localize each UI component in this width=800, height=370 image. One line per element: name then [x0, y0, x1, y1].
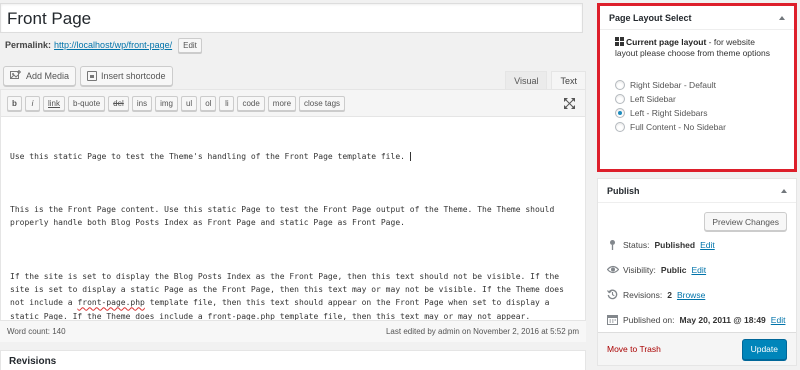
- publish-box: Publish Preview Changes Status: Publishe…: [597, 178, 797, 366]
- radio-button[interactable]: [615, 94, 625, 104]
- published-on-row: Published on: May 20, 2011 @ 18:49 Edit: [607, 314, 785, 325]
- revisions-row: Revisions: 2 Browse: [607, 289, 705, 300]
- publish-box-title: Publish: [607, 185, 640, 196]
- content-paragraph: If the site is set to display the Blog P…: [10, 271, 569, 321]
- layout-option-label: Left Sidebar: [630, 94, 676, 104]
- media-buttons: Add Media Insert shortcode: [3, 66, 173, 86]
- collapse-icon[interactable]: [781, 188, 787, 193]
- editor-tabs: Visual Text: [505, 71, 586, 89]
- content-paragraph: Use this static Page to test the Theme's…: [10, 150, 576, 163]
- history-icon: [607, 289, 618, 300]
- layout-option-label: Full Content - No Sidebar: [630, 122, 726, 132]
- quicktag-del-button[interactable]: del: [108, 95, 129, 111]
- fullscreen-icon[interactable]: [564, 98, 575, 109]
- insert-shortcode-label: Insert shortcode: [101, 71, 166, 81]
- browse-revisions-link[interactable]: Browse: [677, 290, 705, 300]
- radio-button[interactable]: [615, 122, 625, 132]
- layout-option-left-sidebar[interactable]: Left Sidebar: [615, 92, 779, 106]
- word-count: Word count: 140: [7, 327, 66, 336]
- layout-option-label: Right Sidebar - Default: [630, 80, 716, 90]
- quicktag-more-button[interactable]: more: [267, 95, 297, 111]
- quicktag-img-button[interactable]: img: [155, 95, 178, 111]
- quicktag-ins-button[interactable]: ins: [131, 95, 153, 111]
- publish-actions: Move to Trash Update: [598, 332, 796, 365]
- layout-description: Current page layout - for website layout…: [615, 37, 770, 58]
- publish-box-header[interactable]: Publish: [598, 179, 796, 203]
- preview-changes-button[interactable]: Preview Changes: [704, 212, 787, 231]
- insert-shortcode-button[interactable]: Insert shortcode: [80, 66, 173, 86]
- eye-icon: [606, 264, 620, 275]
- layout-grid-icon: [615, 37, 624, 46]
- layout-box-header[interactable]: Page Layout Select: [600, 6, 794, 30]
- update-button[interactable]: Update: [741, 338, 787, 360]
- media-icon: [10, 70, 22, 82]
- layout-option-label: Left - Right Sidebars: [630, 108, 708, 118]
- shortcode-icon: [87, 71, 98, 81]
- pin-icon: [607, 239, 618, 250]
- edit-visibility-link[interactable]: Edit: [691, 265, 706, 275]
- revisions-title: Revisions: [9, 355, 57, 367]
- revisions-count: 2: [667, 289, 672, 300]
- text-editor: b i link b-quote del ins img ul ol li co…: [0, 89, 586, 340]
- layout-option-right-sidebar[interactable]: Right Sidebar - Default: [615, 78, 779, 92]
- visibility-row: Visibility: Public Edit: [606, 264, 706, 275]
- quicktag-ol-button[interactable]: ol: [200, 95, 217, 111]
- permalink-edit-button[interactable]: Edit: [178, 37, 202, 53]
- add-media-label: Add Media: [26, 71, 70, 81]
- radio-button[interactable]: [615, 80, 625, 90]
- quicktag-bquote-button[interactable]: b-quote: [68, 95, 106, 111]
- quicktag-b-button[interactable]: b: [7, 95, 22, 111]
- radio-button-checked[interactable]: [615, 108, 625, 118]
- editor-status-bar: Word count: 140 Last edited by admin on …: [0, 320, 586, 342]
- permalink-label: Permalink:: [5, 40, 52, 50]
- quicktag-li-button[interactable]: li: [219, 95, 235, 111]
- tab-text[interactable]: Text: [551, 71, 586, 89]
- tab-visual[interactable]: Visual: [505, 71, 548, 89]
- status-value: Published: [654, 239, 696, 250]
- calendar-icon: [607, 314, 618, 325]
- quicktag-link-button[interactable]: link: [43, 95, 66, 111]
- add-media-button[interactable]: Add Media: [3, 66, 77, 86]
- page-layout-select-box: Page Layout Select Current page layout -…: [597, 3, 797, 172]
- quicktag-code-button[interactable]: code: [237, 95, 265, 111]
- permalink-link[interactable]: http://localhost/wp/front-page/: [54, 40, 172, 50]
- quicktag-ul-button[interactable]: ul: [180, 95, 198, 111]
- title-input[interactable]: Front Page: [0, 3, 583, 33]
- edit-status-link[interactable]: Edit: [700, 240, 715, 250]
- last-edited: Last edited by admin on November 2, 2016…: [385, 327, 579, 336]
- content-paragraph: This is the Front Page content. Use this…: [10, 205, 560, 228]
- post-status-row: Status: Published Edit: [607, 239, 715, 250]
- revisions-box[interactable]: Revisions: [0, 350, 586, 370]
- layout-option-full-content[interactable]: Full Content - No Sidebar: [615, 120, 779, 134]
- edit-date-link[interactable]: Edit: [771, 315, 786, 325]
- published-date: May 20, 2011 @ 18:49: [679, 314, 766, 325]
- layout-box-title: Page Layout Select: [609, 12, 692, 23]
- quicktag-i-button[interactable]: i: [25, 95, 40, 111]
- quicktag-close-tags-button[interactable]: close tags: [299, 95, 346, 111]
- layout-option-left-right-sidebars[interactable]: Left - Right Sidebars: [615, 106, 779, 120]
- visibility-value: Public: [660, 264, 687, 275]
- quicktags-toolbar: b i link b-quote del ins img ul ol li co…: [1, 90, 585, 117]
- move-to-trash-link[interactable]: Move to Trash: [607, 344, 661, 354]
- permalink-row: Permalink: http://localhost/wp/front-pag…: [5, 37, 202, 53]
- collapse-icon[interactable]: [779, 15, 785, 20]
- layout-radio-group: Right Sidebar - Default Left Sidebar Lef…: [615, 78, 779, 134]
